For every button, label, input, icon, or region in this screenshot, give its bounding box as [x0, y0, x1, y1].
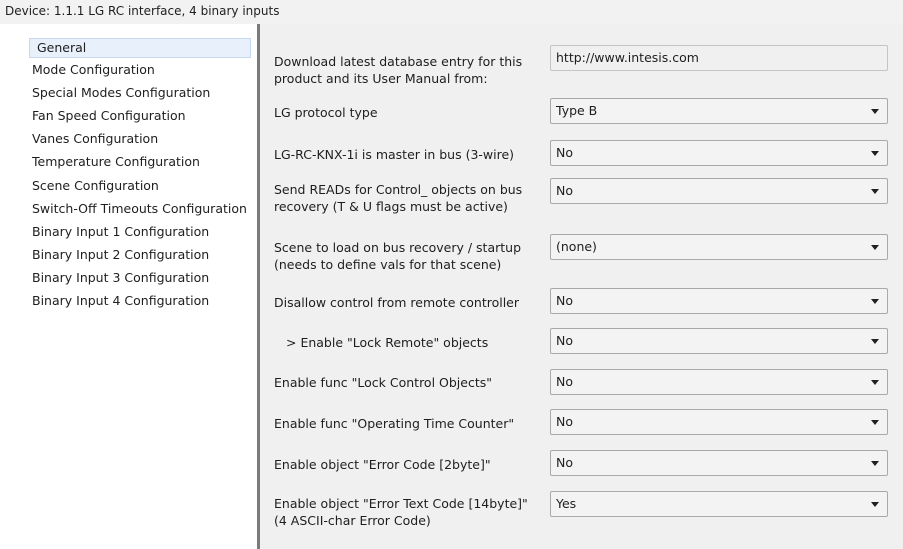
chevron-down-icon — [871, 339, 879, 344]
chevron-down-icon — [871, 299, 879, 304]
sidebar-item-binary-input-4-configuration[interactable]: Binary Input 4 Configuration — [27, 290, 209, 312]
scene-on-recovery-select[interactable]: (none) — [550, 234, 888, 260]
chevron-down-icon — [871, 109, 879, 114]
param-label-download-link: Download latest database entry for this … — [274, 54, 523, 86]
chevron-down-icon — [871, 420, 879, 425]
scene-on-recovery-value: (none) — [556, 239, 597, 254]
sidebar-item-special-modes-configuration[interactable]: Special Modes Configuration — [27, 82, 210, 104]
sidebar-item-mode-configuration[interactable]: Mode Configuration — [27, 59, 155, 81]
chevron-down-icon — [871, 380, 879, 385]
sidebar-nav: General Mode Configuration Special Modes… — [0, 24, 257, 549]
send-reads-value: No — [556, 183, 573, 198]
chevron-down-icon — [871, 461, 879, 466]
master-in-bus-value: No — [556, 145, 573, 160]
sidebar-item-switch-off-timeouts-configuration[interactable]: Switch-Off Timeouts Configuration — [27, 198, 247, 220]
param-label-protocol-type: LG protocol type — [274, 105, 378, 120]
sidebar-item-binary-input-3-configuration[interactable]: Binary Input 3 Configuration — [27, 267, 209, 289]
param-label-lock-control-objects: Enable func "Lock Control Objects" — [274, 375, 492, 390]
sidebar-item-binary-input-2-configuration[interactable]: Binary Input 2 Configuration — [27, 244, 209, 266]
param-label-master-in-bus: LG-RC-KNX-1i is master in bus (3-wire) — [274, 147, 515, 162]
param-label-error-text-code-14byte: Enable object "Error Text Code [14byte]"… — [274, 496, 528, 528]
param-label-operating-time-counter: Enable func "Operating Time Counter" — [274, 416, 515, 431]
param-label-error-code-2byte: Enable object "Error Code [2byte]" — [274, 457, 491, 472]
error-text-code-14byte-value: Yes — [556, 496, 577, 511]
chevron-down-icon — [871, 189, 879, 194]
sidebar-item-fan-speed-configuration[interactable]: Fan Speed Configuration — [27, 105, 186, 127]
sidebar-item-binary-input-1-configuration[interactable]: Binary Input 1 Configuration — [27, 221, 209, 243]
sidebar-item-vanes-configuration[interactable]: Vanes Configuration — [27, 128, 158, 150]
protocol-type-select[interactable]: Type B — [550, 98, 888, 124]
protocol-type-value: Type B — [556, 103, 598, 118]
operating-time-counter-value: No — [556, 414, 573, 429]
disallow-remote-select[interactable]: No — [550, 288, 888, 314]
disallow-remote-value: No — [556, 293, 573, 308]
sidebar-item-temperature-configuration[interactable]: Temperature Configuration — [27, 151, 200, 173]
download-url-field[interactable]: http://www.intesis.com — [550, 45, 888, 71]
master-in-bus-select[interactable]: No — [550, 140, 888, 166]
lock-remote-objects-value: No — [556, 333, 573, 348]
lock-control-objects-value: No — [556, 374, 573, 389]
send-reads-select[interactable]: No — [550, 178, 888, 204]
param-label-lock-remote-objects: > Enable "Lock Remote" objects — [286, 335, 489, 350]
sidebar-item-general[interactable]: General — [29, 38, 251, 58]
window-title: Device: 1.1.1 LG RC interface, 4 binary … — [0, 0, 903, 24]
error-code-2byte-value: No — [556, 455, 573, 470]
param-label-send-reads: Send READs for Control_ objects on bus r… — [274, 182, 523, 214]
sidebar-item-scene-configuration[interactable]: Scene Configuration — [27, 175, 159, 197]
chevron-down-icon — [871, 502, 879, 507]
operating-time-counter-select[interactable]: No — [550, 409, 888, 435]
chevron-down-icon — [871, 151, 879, 156]
param-label-disallow-remote: Disallow control from remote controller — [274, 295, 520, 310]
error-code-2byte-select[interactable]: No — [550, 450, 888, 476]
lock-control-objects-select[interactable]: No — [550, 369, 888, 395]
error-text-code-14byte-select[interactable]: Yes — [550, 491, 888, 517]
parameters-panel: Download latest database entry for this … — [260, 24, 903, 549]
lock-remote-objects-select[interactable]: No — [550, 328, 888, 354]
param-label-scene-on-recovery: Scene to load on bus recovery / startup … — [274, 240, 522, 272]
chevron-down-icon — [871, 245, 879, 250]
